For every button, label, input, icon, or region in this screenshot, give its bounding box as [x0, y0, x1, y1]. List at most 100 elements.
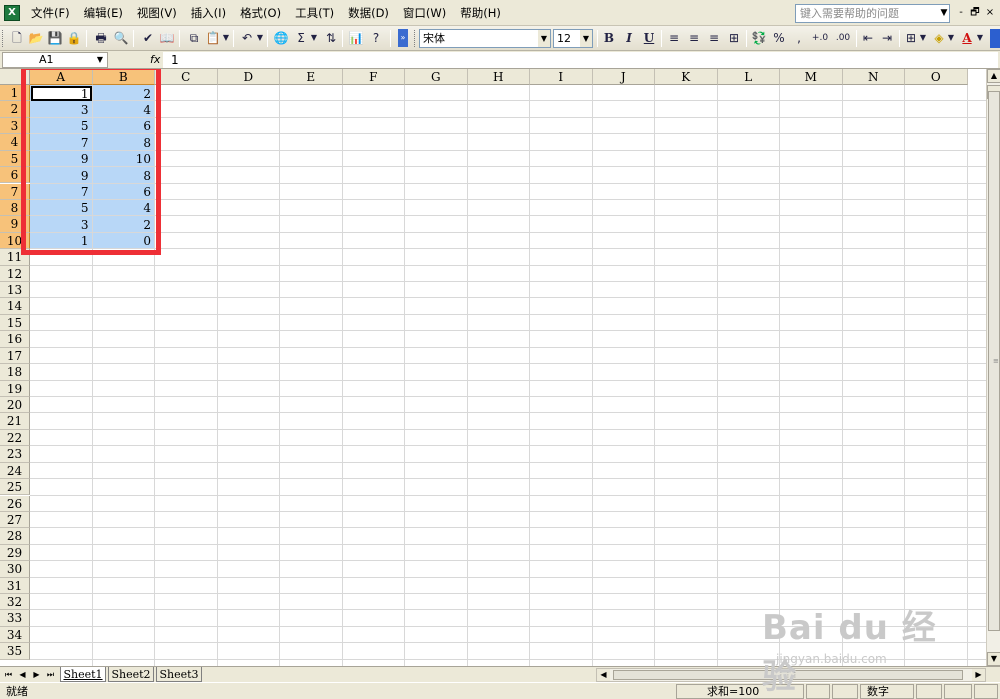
- row-header-22[interactable]: 22: [0, 429, 30, 447]
- percent-style-button[interactable]: %: [770, 29, 788, 47]
- prev-sheet-icon[interactable]: ◀: [16, 668, 29, 682]
- row-header-31[interactable]: 31: [0, 577, 30, 594]
- sort-ascending-icon[interactable]: ⇅: [322, 29, 340, 47]
- column-header-o[interactable]: O: [905, 69, 968, 85]
- column-header-n[interactable]: N: [842, 69, 905, 85]
- align-center-icon[interactable]: ≡: [685, 29, 703, 47]
- menu-format[interactable]: 格式(O): [233, 0, 288, 26]
- column-header-c[interactable]: C: [155, 69, 218, 85]
- chart-wizard-icon[interactable]: 📊: [347, 29, 365, 47]
- column-header-d[interactable]: D: [217, 69, 280, 85]
- undo-dropdown-icon[interactable]: ▼: [255, 29, 265, 47]
- align-left-icon[interactable]: ≡: [665, 29, 683, 47]
- row-header-34[interactable]: 34: [0, 626, 30, 644]
- next-sheet-icon[interactable]: ▶: [30, 668, 43, 682]
- increase-decimal-button[interactable]: +.0: [809, 29, 831, 47]
- paste-icon[interactable]: 📋: [204, 29, 222, 47]
- worksheet-grid[interactable]: A B C D E F G H I J K L M N O 1 2 3 4 5 6 7 8 9 10 11 12 13 14 15 16 17…: [0, 69, 986, 666]
- fill-color-dropdown-icon[interactable]: ▼: [946, 29, 956, 47]
- scroll-right-icon[interactable]: ▶: [972, 669, 985, 681]
- column-header-f[interactable]: F: [342, 69, 405, 85]
- row-header-28[interactable]: 28: [0, 528, 30, 545]
- column-header-i[interactable]: I: [530, 69, 593, 85]
- chevron-down-icon[interactable]: ▼: [580, 30, 592, 47]
- vertical-scroll-thumb[interactable]: ≡: [988, 91, 1000, 631]
- permission-icon[interactable]: 🔒: [65, 29, 83, 47]
- scroll-up-icon[interactable]: ▲: [987, 69, 1000, 83]
- underline-button[interactable]: U: [640, 29, 658, 47]
- row-header-27[interactable]: 27: [0, 511, 30, 529]
- currency-style-icon[interactable]: 💱: [750, 29, 768, 47]
- increase-indent-icon[interactable]: ⇥: [878, 29, 896, 47]
- column-header-h[interactable]: H: [467, 69, 530, 85]
- formula-input[interactable]: 1: [163, 52, 998, 68]
- toolbar-options-icon[interactable]: [990, 29, 1000, 48]
- autosum-dropdown-icon[interactable]: ▼: [309, 29, 319, 47]
- align-right-icon[interactable]: ≡: [705, 29, 723, 47]
- row-header-30[interactable]: 30: [0, 561, 30, 578]
- name-box[interactable]: A1: [2, 52, 108, 68]
- row-header-32[interactable]: 32: [0, 594, 30, 611]
- row-header-15[interactable]: 15: [0, 314, 30, 332]
- horizontal-scroll-thumb[interactable]: ⋮⋮⋮: [613, 670, 963, 680]
- row-header-26[interactable]: 26: [0, 495, 30, 512]
- font-color-icon[interactable]: A: [958, 29, 976, 47]
- vertical-scrollbar[interactable]: ▲ ≡ ▼: [986, 69, 1000, 666]
- sheet-tab-sheet1[interactable]: Sheet1: [60, 667, 106, 682]
- save-icon[interactable]: 💾: [46, 29, 64, 47]
- help-question-input[interactable]: 键入需要帮助的问题: [795, 4, 950, 23]
- row-header-35[interactable]: 35: [0, 643, 30, 660]
- row-header-21[interactable]: 21: [0, 413, 30, 430]
- new-document-icon[interactable]: 🗋: [8, 29, 26, 47]
- font-size-select[interactable]: 12 ▼: [553, 29, 593, 48]
- row-header-12[interactable]: 12: [0, 265, 30, 282]
- sheet-tab-sheet3[interactable]: Sheet3: [156, 667, 202, 682]
- column-header-g[interactable]: G: [405, 69, 468, 85]
- chevron-down-icon[interactable]: ▼: [94, 53, 106, 67]
- italic-button[interactable]: I: [620, 29, 638, 47]
- row-header-33[interactable]: 33: [0, 610, 30, 627]
- sheet-tab-sheet2[interactable]: Sheet2: [108, 667, 154, 682]
- menu-tools[interactable]: 工具(T): [288, 0, 341, 26]
- row-header-18[interactable]: 18: [0, 364, 30, 381]
- comma-style-button[interactable]: ,: [790, 29, 808, 47]
- row-header-23[interactable]: 23: [0, 446, 30, 463]
- column-header-k[interactable]: K: [655, 69, 718, 85]
- font-name-select[interactable]: 宋体 ▼: [419, 29, 551, 48]
- row-header-17[interactable]: 17: [0, 347, 30, 365]
- autosum-icon[interactable]: Σ: [292, 29, 310, 47]
- column-header-j[interactable]: J: [592, 69, 655, 85]
- help-icon[interactable]: ?: [367, 29, 385, 47]
- decrease-decimal-button[interactable]: .00: [832, 29, 854, 47]
- menu-window[interactable]: 窗口(W): [396, 0, 453, 26]
- insert-function-icon[interactable]: fx: [150, 52, 160, 68]
- minimize-workbook-button[interactable]: -: [955, 6, 967, 20]
- borders-dropdown-icon[interactable]: ▼: [918, 29, 928, 47]
- undo-icon[interactable]: ↶: [238, 29, 256, 47]
- menu-insert[interactable]: 插入(I): [184, 0, 233, 26]
- bold-button[interactable]: B: [600, 29, 618, 47]
- print-preview-icon[interactable]: 🔍: [112, 29, 130, 47]
- row-header-13[interactable]: 13: [0, 282, 30, 299]
- print-icon[interactable]: 🖶: [92, 29, 110, 47]
- column-header-l[interactable]: L: [717, 69, 780, 85]
- research-icon[interactable]: 📖: [158, 29, 176, 47]
- first-sheet-icon[interactable]: ⏮: [2, 668, 15, 682]
- row-header-20[interactable]: 20: [0, 396, 30, 414]
- row-header-24[interactable]: 24: [0, 462, 30, 480]
- open-folder-icon[interactable]: 📂: [27, 29, 45, 47]
- paste-dropdown-icon[interactable]: ▼: [221, 29, 231, 47]
- excel-app-icon[interactable]: X: [4, 5, 20, 21]
- close-workbook-button[interactable]: ×: [984, 6, 996, 20]
- scroll-left-icon[interactable]: ◀: [597, 669, 610, 681]
- restore-workbook-button[interactable]: 🗗: [969, 6, 981, 20]
- decrease-indent-icon[interactable]: ⇤: [859, 29, 877, 47]
- scroll-down-icon[interactable]: ▼: [987, 652, 1000, 666]
- toolbar-options-icon[interactable]: »: [398, 29, 408, 47]
- hyperlink-icon[interactable]: 🌐: [272, 29, 290, 47]
- copy-icon[interactable]: ⧉: [185, 29, 203, 47]
- toolbar-grip[interactable]: [2, 30, 5, 47]
- row-header-29[interactable]: 29: [0, 544, 30, 562]
- merge-center-icon[interactable]: ⊞: [725, 29, 743, 47]
- help-dropdown-icon[interactable]: ▼: [938, 5, 950, 22]
